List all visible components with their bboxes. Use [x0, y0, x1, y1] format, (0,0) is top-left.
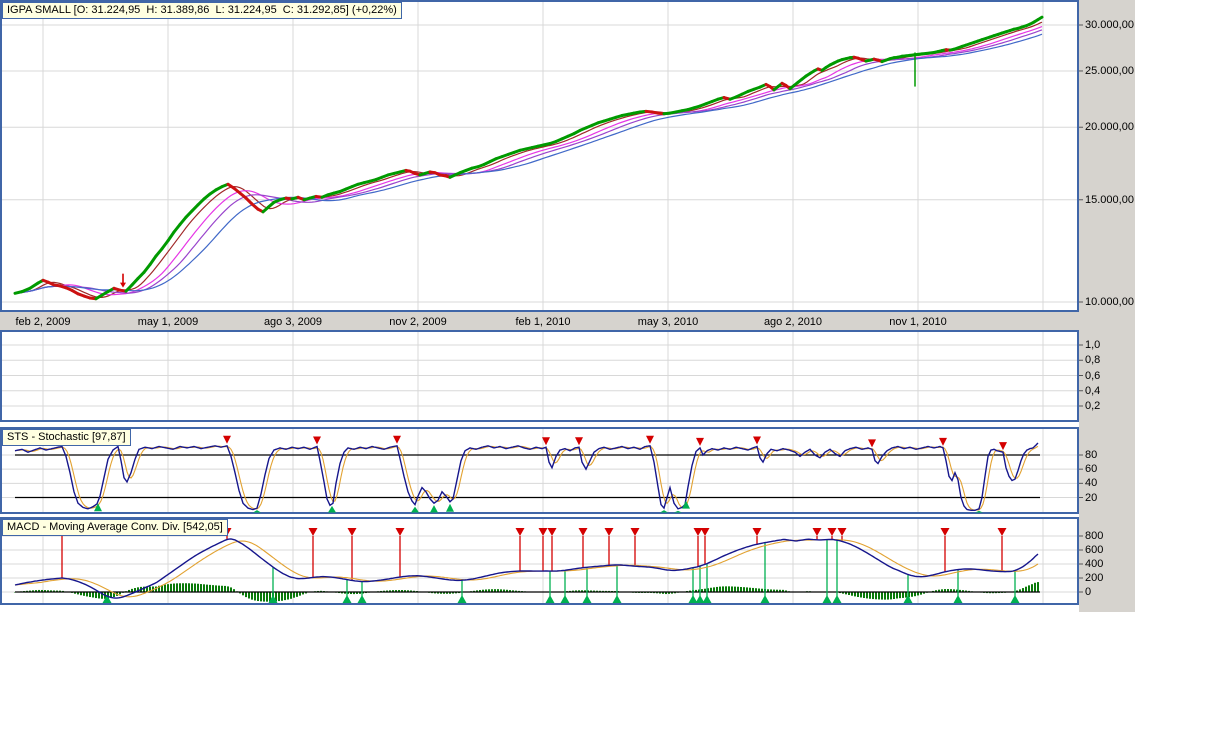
y-axis-tick-label: 80 [1085, 449, 1098, 461]
y-axis-tick-label: 60 [1085, 463, 1098, 476]
y-axis-tick-label: 0 [1085, 586, 1092, 598]
y-axis-tick-label: 0,2 [1085, 400, 1101, 412]
date-axis-label: feb 1, 2010 [515, 316, 571, 328]
date-axis-label: may 3, 2010 [637, 316, 699, 328]
y-axis-tick-label: 1,0 [1085, 339, 1101, 351]
y-axis-tick-label: 10.000,00 [1085, 296, 1134, 308]
date-axis-label: nov 1, 2010 [889, 316, 947, 328]
date-axis-label: ago 3, 2009 [263, 316, 323, 328]
empty-indicator-panel [0, 330, 1079, 422]
y-axis-tick-label: 400 [1085, 558, 1104, 570]
macd-legend[interactable]: MACD - Moving Average Conv. Div. [542,05… [2, 519, 228, 536]
y-axis-tick-label: 800 [1085, 530, 1104, 542]
y-axis-tick-label: 25.000,00 [1085, 64, 1134, 77]
y-axis-tick-label: 15.000,00 [1085, 193, 1134, 206]
y-axis-tick-label: 600 [1085, 544, 1104, 556]
date-axis-label: nov 2, 2009 [389, 316, 447, 328]
y-axis-tick-label: 0,6 [1085, 369, 1101, 382]
date-axis-label: ago 2, 2010 [763, 316, 823, 328]
price-chart-panel [0, 0, 1079, 312]
stochastic-panel [0, 427, 1079, 514]
y-axis-tick-label: 0,4 [1085, 384, 1101, 397]
date-axis-label: feb 2, 2009 [15, 316, 71, 328]
price-series-legend[interactable]: IGPA SMALL [O: 31.224,95 H: 31.389,86 L:… [2, 2, 402, 19]
y-axis-tick-label: 200 [1085, 572, 1104, 584]
stochastic-legend[interactable]: STS - Stochastic [97,87] [2, 429, 131, 446]
charting-app-screen: { "app": { "bg": "#ffffff", "chrome_bg":… [0, 0, 1218, 754]
y-axis-tick-label: 20 [1085, 491, 1098, 504]
y-axis-tick-label: 40 [1085, 477, 1098, 490]
date-axis-label: may 1, 2009 [137, 316, 199, 328]
y-axis-tick-label: 30.000,00 [1085, 19, 1134, 31]
y-axis-tick-label: 0,8 [1085, 354, 1101, 367]
y-axis-tick-label: 20.000,00 [1085, 121, 1134, 134]
